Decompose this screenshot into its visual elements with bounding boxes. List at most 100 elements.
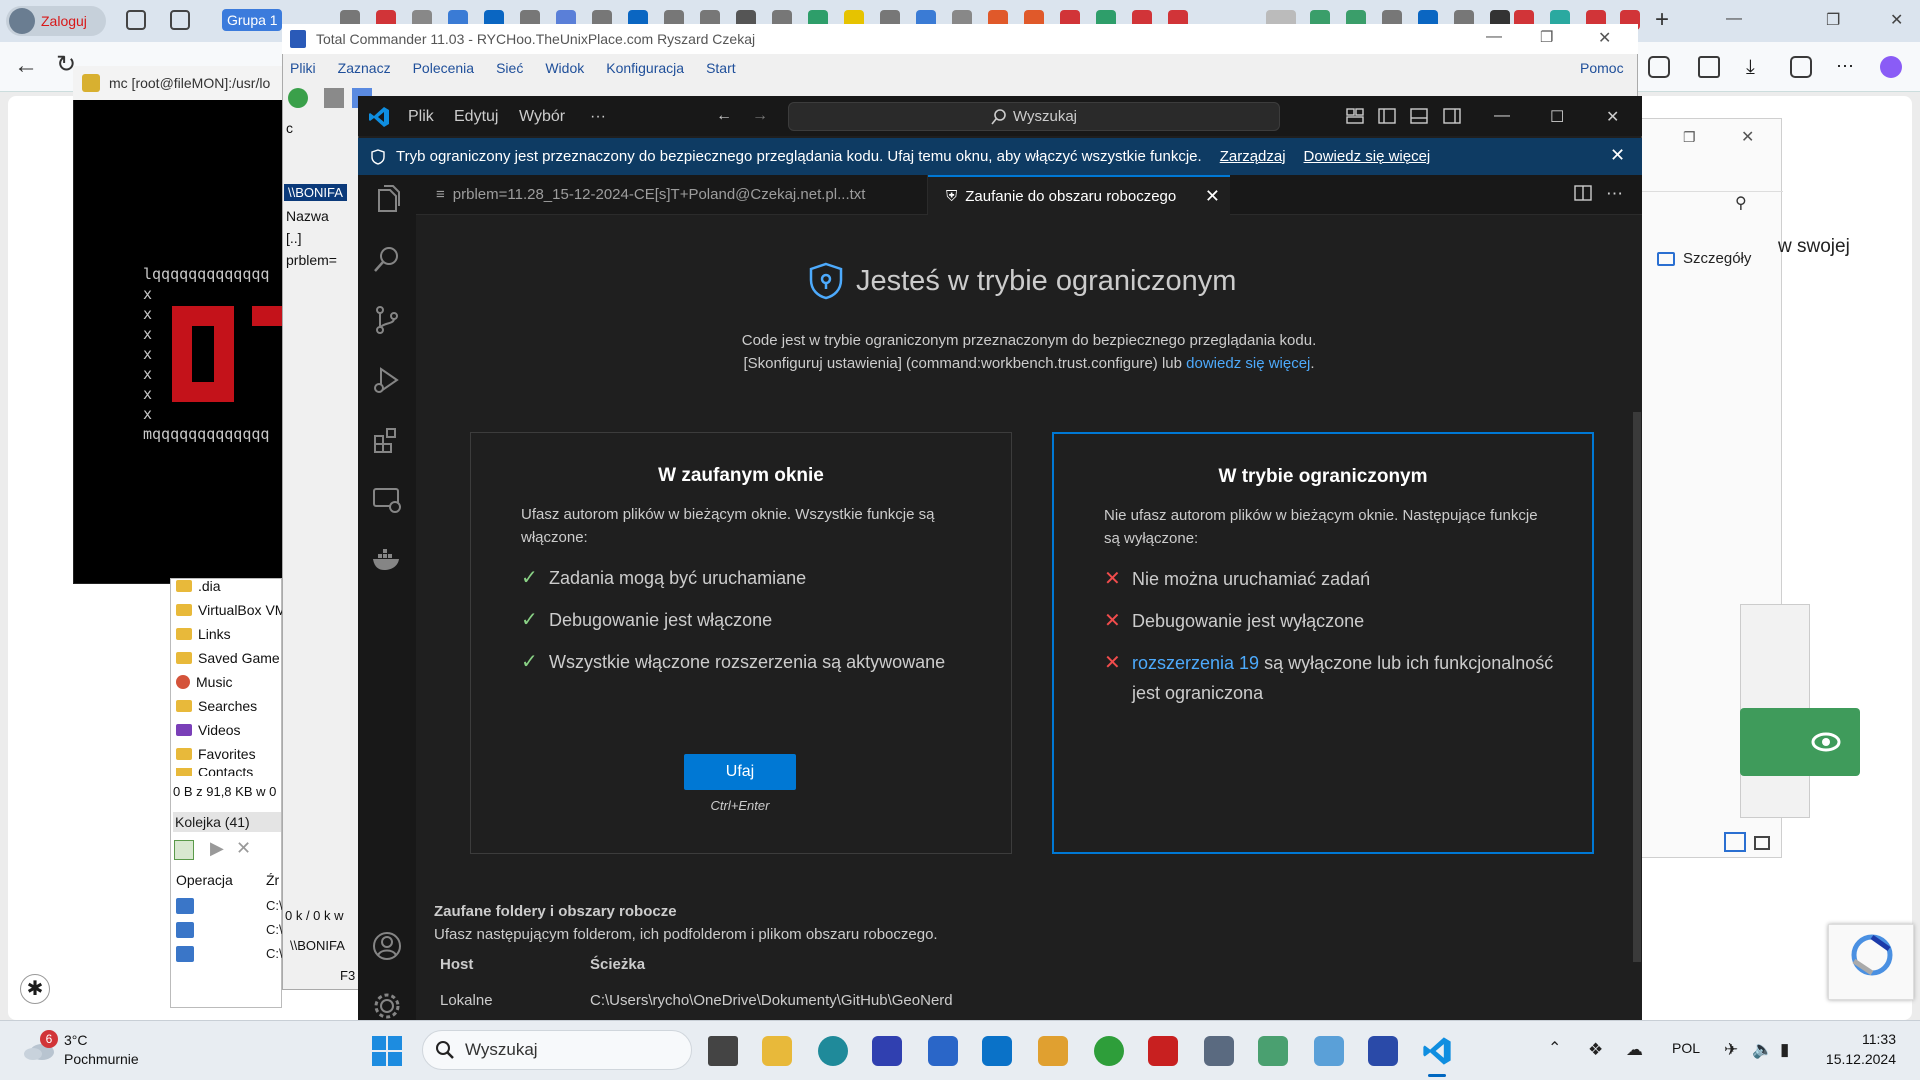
vscode-icon[interactable] xyxy=(1422,1036,1452,1066)
tc-menu-start[interactable]: Start xyxy=(706,60,736,76)
input-language[interactable]: POL xyxy=(1672,1040,1700,1056)
explorer-icon[interactable] xyxy=(371,184,403,216)
monitor-app-icon[interactable] xyxy=(1314,1036,1344,1066)
menu-more[interactable]: ··· xyxy=(590,108,606,126)
new-tab-button[interactable]: + xyxy=(1655,6,1669,34)
split-editor-icon[interactable] xyxy=(1574,184,1592,202)
volume-icon[interactable]: 🔈 xyxy=(1752,1040,1773,1060)
maximize-icon[interactable]: ❐ xyxy=(1683,129,1696,146)
outlook-icon[interactable] xyxy=(982,1036,1012,1066)
close-tab-icon[interactable]: ✕ xyxy=(1205,186,1220,207)
folder-item[interactable]: Contacts xyxy=(176,768,253,776)
tab-actions-icon[interactable] xyxy=(170,10,190,30)
tc-menu-zaznacz[interactable]: Zaznacz xyxy=(338,60,391,76)
copilot-icon[interactable] xyxy=(1880,56,1902,78)
cookie-settings-icon[interactable]: ✱ xyxy=(20,974,50,1004)
back-arrow-icon[interactable]: ← xyxy=(14,52,38,80)
favorites-icon[interactable] xyxy=(1698,56,1720,78)
close-icon[interactable]: ✕ xyxy=(1890,10,1903,30)
list-view-icon[interactable] xyxy=(1724,832,1746,852)
tab-group-chip[interactable]: Grupa 1 xyxy=(222,9,282,31)
minimize-icon[interactable]: — xyxy=(1486,28,1502,46)
file-item[interactable]: prblem= xyxy=(286,252,337,268)
search-icon[interactable] xyxy=(371,244,403,276)
recaptcha-badge[interactable] xyxy=(1828,924,1914,1000)
extensions-link[interactable]: rozszerzenia 19 xyxy=(1132,653,1259,673)
file-explorer-icon[interactable] xyxy=(762,1036,792,1066)
search-icon[interactable]: ⚲ xyxy=(1735,193,1747,213)
windows-start-icon[interactable] xyxy=(372,1036,402,1066)
tc-menu-polecenia[interactable]: Polecenia xyxy=(413,60,475,76)
forward-arrow-icon[interactable]: → xyxy=(752,107,770,125)
folder-item[interactable]: Saved Game xyxy=(176,650,280,666)
source-control-icon[interactable] xyxy=(371,304,403,336)
dropbox-icon[interactable]: ❖ xyxy=(1588,1040,1603,1060)
downloads-icon[interactable]: ⤓ xyxy=(1746,56,1768,78)
toggle-sidebar-icon[interactable] xyxy=(1378,107,1396,125)
folder-item[interactable]: .dia xyxy=(176,578,221,594)
accounts-icon[interactable] xyxy=(371,930,403,962)
close-icon[interactable]: ✕ xyxy=(1741,127,1754,147)
queue-start-icon[interactable] xyxy=(174,840,194,860)
more-actions-icon[interactable]: ⋯ xyxy=(1606,184,1623,204)
cancel-icon[interactable]: ✕ xyxy=(236,838,251,859)
table-row-host[interactable]: Lokalne xyxy=(440,992,493,1009)
maximize-icon[interactable]: ☐ xyxy=(1550,107,1568,126)
folder-item[interactable]: Links xyxy=(176,626,231,642)
minimize-icon[interactable]: — xyxy=(1494,107,1512,125)
tc-menu-widok[interactable]: Widok xyxy=(545,60,584,76)
weather-temperature[interactable]: 3°C xyxy=(64,1032,88,1048)
workspaces-icon[interactable] xyxy=(126,10,146,30)
save-app-icon[interactable] xyxy=(872,1036,902,1066)
tc-toolbar-icon[interactable] xyxy=(324,88,344,108)
play-icon[interactable]: ▶ xyxy=(210,838,224,859)
name-column-header[interactable]: Nazwa xyxy=(286,208,329,224)
maximize-icon[interactable]: ❐ xyxy=(1826,10,1840,30)
view-button[interactable] xyxy=(1740,708,1860,776)
tc-menu-siec[interactable]: Sieć xyxy=(496,60,523,76)
refresh-icon[interactable] xyxy=(288,88,308,108)
folder-item[interactable]: Music xyxy=(176,674,233,690)
customize-layout-icon[interactable] xyxy=(1346,107,1364,125)
folder-item[interactable]: Favorites xyxy=(176,746,256,762)
docker-icon[interactable] xyxy=(371,544,403,576)
tile-view-icon[interactable] xyxy=(1754,836,1770,850)
folder-item[interactable]: Searches xyxy=(176,698,257,714)
colorful-app-icon[interactable] xyxy=(1038,1036,1068,1066)
menu-edit[interactable]: Edytuj xyxy=(454,108,498,126)
more-options-icon[interactable]: ⋯ xyxy=(1836,56,1858,78)
clock-time[interactable]: 11:33 xyxy=(1820,1031,1896,1047)
toggle-panel-icon[interactable] xyxy=(1410,107,1428,125)
taskbar-search[interactable]: Wyszukaj xyxy=(422,1030,692,1070)
tc-menu-pliki[interactable]: Pliki xyxy=(290,60,316,76)
scanner-app-icon[interactable] xyxy=(1258,1036,1288,1066)
learn-more-link[interactable]: dowiedz się więcej xyxy=(1186,355,1310,372)
extensions-icon[interactable] xyxy=(371,424,403,456)
network-app-icon[interactable] xyxy=(1204,1036,1234,1066)
weather-description[interactable]: Pochmurnie xyxy=(64,1051,139,1067)
back-arrow-icon[interactable]: ← xyxy=(716,107,734,125)
tab-workspace-trust[interactable]: ⛨ Zaufanie do obszaru roboczego ✕ xyxy=(928,175,1230,215)
toggle-secondary-sidebar-icon[interactable] xyxy=(1443,107,1461,125)
store-icon[interactable] xyxy=(928,1036,958,1066)
task-view-icon[interactable] xyxy=(708,1036,738,1066)
manage-link[interactable]: Zarządzaj xyxy=(1220,148,1286,165)
close-banner-icon[interactable]: ✕ xyxy=(1610,145,1625,166)
profile-button[interactable]: Zaloguj xyxy=(6,6,106,36)
tab-text-file[interactable]: ≡ prblem=11.28_15-12-2024-CE[s]T+Poland@C… xyxy=(416,175,928,215)
details-button[interactable]: Szczegóły xyxy=(1657,250,1751,267)
manage-gear-icon[interactable] xyxy=(371,990,403,1022)
maximize-icon[interactable]: ❐ xyxy=(1540,28,1553,46)
drive-selector[interactable]: c xyxy=(286,120,293,136)
table-row-path[interactable]: C:\Users\rycho\OneDrive\Dokumenty\GitHub… xyxy=(590,992,953,1009)
run-debug-icon[interactable] xyxy=(371,364,403,396)
green-app-icon[interactable] xyxy=(1094,1036,1124,1066)
menu-file[interactable]: Plik xyxy=(408,108,434,126)
menu-selection[interactable]: Wybór xyxy=(519,108,565,126)
battery-icon[interactable]: ▮ xyxy=(1780,1040,1789,1060)
learn-more-link[interactable]: Dowiedz się więcej xyxy=(1304,148,1431,165)
tc-menu-help[interactable]: Pomoc xyxy=(1580,60,1624,76)
folder-item[interactable]: Videos xyxy=(176,722,241,738)
parent-dir-item[interactable]: [..] xyxy=(286,230,302,246)
trust-button[interactable]: Ufaj xyxy=(684,754,796,790)
